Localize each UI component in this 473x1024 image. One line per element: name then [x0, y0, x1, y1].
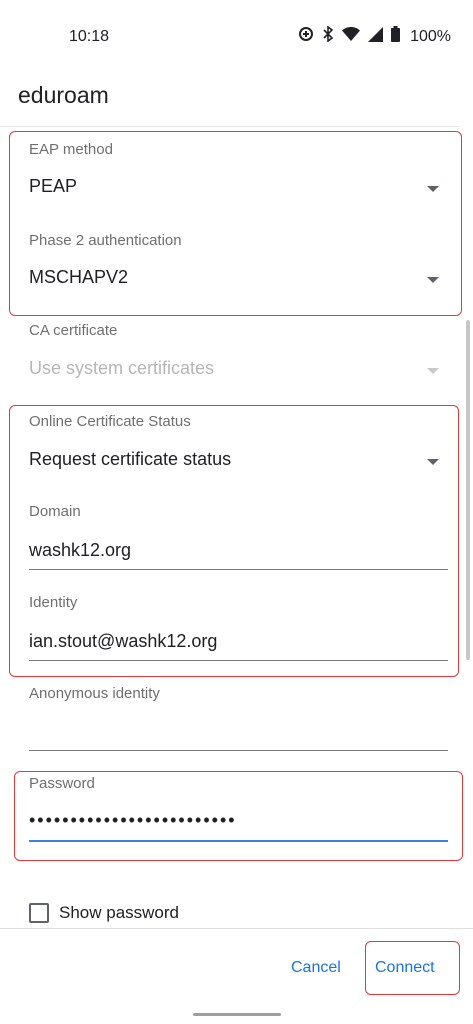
eap-method-label: EAP method [29, 141, 113, 158]
password-underline [29, 840, 448, 842]
chevron-down-icon [427, 368, 439, 374]
signal-icon [368, 26, 384, 47]
status-icons: 100% [298, 25, 451, 47]
connect-button[interactable]: Connect [375, 959, 435, 977]
show-password-label: Show password [59, 903, 180, 922]
password-value: ••••••••••••••••••••••••• [29, 810, 237, 830]
title-divider [0, 126, 460, 127]
network-title: eduroam [18, 82, 109, 108]
eap-method-dropdown[interactable]: PEAP [29, 176, 439, 204]
chevron-down-icon [427, 186, 439, 192]
gesture-nav-pill[interactable] [193, 1013, 281, 1016]
identity-underline [29, 660, 448, 661]
identity-value: ian.stout@washk12.org [29, 631, 218, 651]
scrollbar[interactable] [466, 320, 470, 660]
data-saver-icon [298, 26, 314, 47]
chevron-down-icon [427, 459, 439, 465]
phase2-dropdown[interactable]: MSCHAPV2 [29, 267, 439, 295]
cancel-button[interactable]: Cancel [291, 959, 341, 977]
show-password-row[interactable]: Show password [29, 903, 179, 923]
bluetooth-icon [322, 25, 334, 47]
status-time: 10:18 [69, 28, 110, 45]
wifi-icon [342, 27, 361, 46]
ca-certificate-label: CA certificate [29, 322, 118, 339]
ca-certificate-dropdown[interactable]: Use system certificates [29, 358, 439, 386]
battery-icon [391, 26, 401, 47]
domain-input[interactable]: washk12.org [29, 538, 448, 570]
anonymous-identity-label: Anonymous identity [29, 685, 160, 702]
domain-label: Domain [29, 503, 81, 520]
ocsp-label: Online Certificate Status [29, 413, 191, 430]
battery-percent: 100% [410, 27, 451, 45]
dialog-divider [0, 928, 473, 929]
phase2-value: MSCHAPV2 [29, 267, 129, 287]
ocsp-dropdown[interactable]: Request certificate status [29, 449, 439, 477]
anonymous-identity-underline [29, 750, 448, 751]
domain-underline [29, 569, 448, 570]
ocsp-value: Request certificate status [29, 449, 232, 469]
chevron-down-icon [427, 277, 439, 283]
password-label: Password [29, 775, 95, 792]
domain-value: washk12.org [29, 540, 132, 560]
ca-certificate-value: Use system certificates [29, 358, 215, 378]
identity-input[interactable]: ian.stout@washk12.org [29, 629, 448, 661]
identity-label: Identity [29, 594, 78, 611]
password-input[interactable]: ••••••••••••••••••••••••• [29, 808, 448, 842]
phase2-label: Phase 2 authentication [29, 232, 182, 249]
anonymous-identity-input[interactable] [29, 719, 448, 751]
eap-method-value: PEAP [29, 176, 78, 196]
show-password-checkbox[interactable] [29, 903, 49, 923]
